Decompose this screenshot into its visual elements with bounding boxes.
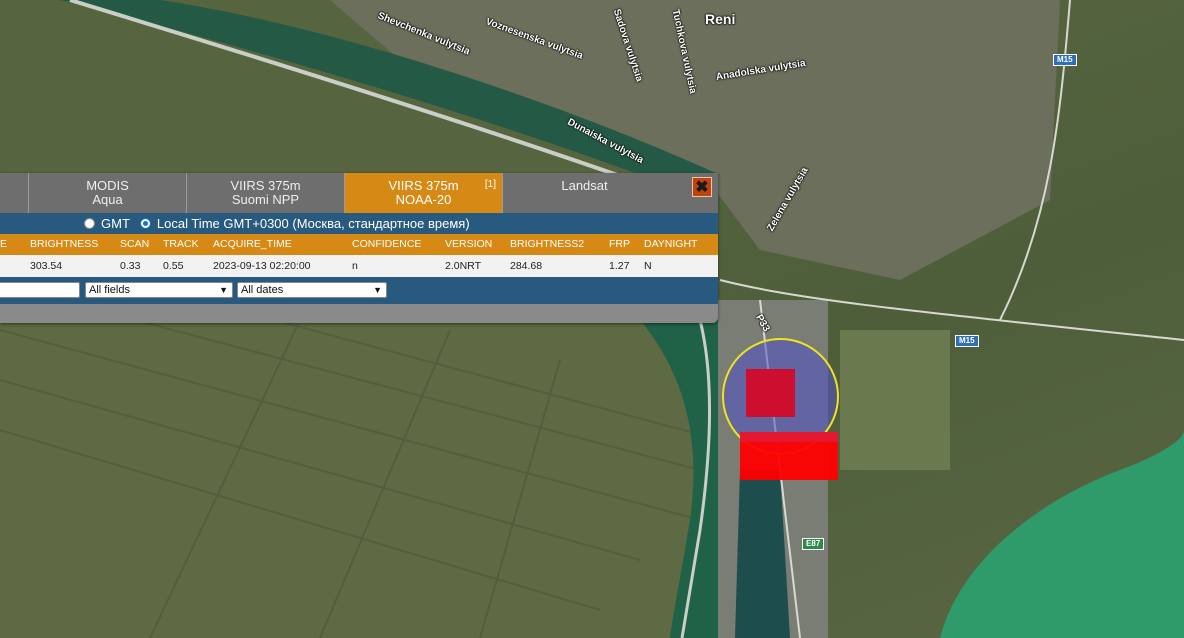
fields-area bbox=[0, 300, 720, 638]
table-cell-scan: 0.33 bbox=[120, 260, 141, 272]
filter-text-input[interactable] bbox=[0, 282, 80, 298]
tab-sublabel: Suomi NPP bbox=[231, 192, 300, 207]
col-header-version[interactable]: VERSION bbox=[445, 234, 492, 255]
filter-bar: All fields ▼ All dates ▼ bbox=[0, 277, 718, 304]
col-header-brightness[interactable]: BRIGHTNESS bbox=[30, 234, 98, 255]
chevron-down-icon: ▼ bbox=[219, 285, 228, 295]
e87-shield: E87 bbox=[802, 538, 825, 550]
tab-hidden-left[interactable] bbox=[0, 173, 29, 213]
col-header-confidence[interactable]: CONFIDENCE bbox=[352, 234, 421, 255]
fields-select[interactable]: All fields ▼ bbox=[85, 282, 233, 298]
lake bbox=[940, 430, 1184, 638]
tab-sublabel: Aqua bbox=[92, 192, 123, 207]
table-cell-track: 0.55 bbox=[163, 260, 184, 272]
table-cell-version: 2.0NRT bbox=[445, 260, 481, 272]
chevron-down-icon: ▼ bbox=[373, 285, 382, 295]
fire-hotspot-viirs[interactable] bbox=[746, 369, 795, 417]
fire-data-panel: MODIS Aqua VIIRS 375m Suomi NPP VIIRS 37… bbox=[0, 173, 718, 323]
tab-label: VIIRS 375m bbox=[388, 178, 459, 193]
tab-sublabel: NOAA-20 bbox=[395, 192, 452, 207]
close-icon[interactable]: ✖ bbox=[692, 177, 712, 197]
m15-shield-right: M15 bbox=[955, 335, 979, 347]
dates-select[interactable]: All dates ▼ bbox=[237, 282, 387, 298]
tab-viirs-noaa-20[interactable]: VIIRS 375m [1] NOAA-20 bbox=[345, 173, 503, 213]
col-header-frp[interactable]: FRP bbox=[609, 234, 630, 255]
table-cell-acquire-time: 2023-09-13 02:20:00 bbox=[213, 260, 311, 272]
timezone-bar: GMT Local Time GMT+0300 (Москва, стандар… bbox=[0, 213, 718, 234]
col-header-scan[interactable]: SCAN bbox=[120, 234, 149, 255]
table-cell-frp: 1.27 bbox=[609, 260, 630, 272]
table-cell-brightness: 303.54 bbox=[30, 260, 63, 272]
table-cell-daynight: N bbox=[644, 260, 652, 272]
tab-count-badge: [1] bbox=[484, 179, 496, 190]
tab-landsat[interactable]: Landsat ✖ bbox=[503, 173, 718, 213]
local-time-label: Local Time GMT+0300 (Москва, стандартное… bbox=[156, 216, 470, 231]
local-time-radio-option[interactable]: Local Time GMT+0300 (Москва, стандартное… bbox=[139, 216, 470, 231]
dates-select-value: All dates bbox=[241, 284, 284, 296]
panel-footer bbox=[0, 304, 718, 323]
table-cell-confidence: n bbox=[352, 260, 358, 272]
col-header[interactable]: E bbox=[0, 234, 7, 255]
tab-label: MODIS bbox=[86, 178, 129, 193]
table-row[interactable]: 303.54 0.33 0.55 2023-09-13 02:20:00 n 2… bbox=[0, 255, 718, 277]
col-header-brightness2[interactable]: BRIGHTNESS2 bbox=[510, 234, 584, 255]
col-header-daynight[interactable]: DAYNIGHT bbox=[644, 234, 697, 255]
col-header-track[interactable]: TRACK bbox=[163, 234, 199, 255]
local-time-radio[interactable] bbox=[139, 218, 151, 229]
gmt-radio[interactable] bbox=[84, 218, 95, 229]
table-cell-brightness2: 284.68 bbox=[510, 260, 543, 272]
fields-select-value: All fields bbox=[89, 284, 130, 296]
table-header-row: E BRIGHTNESS SCAN TRACK ACQUIRE_TIME CON… bbox=[0, 234, 718, 255]
satellite-tabs: MODIS Aqua VIIRS 375m Suomi NPP VIIRS 37… bbox=[0, 173, 718, 213]
m15-shield-top: M15 bbox=[1053, 54, 1077, 66]
city-label: Reni bbox=[705, 11, 736, 27]
tab-modis-aqua[interactable]: MODIS Aqua bbox=[29, 173, 187, 213]
tab-viirs-suomi-npp[interactable]: VIIRS 375m Suomi NPP bbox=[187, 173, 345, 213]
fire-hotspot-overlap bbox=[740, 432, 838, 442]
gmt-radio-option[interactable]: GMT bbox=[84, 216, 130, 231]
tab-label: VIIRS 375m bbox=[230, 178, 301, 193]
col-header-acquire-time[interactable]: ACQUIRE_TIME bbox=[213, 234, 292, 255]
gmt-label: GMT bbox=[101, 216, 130, 231]
tab-label: Landsat bbox=[561, 178, 608, 193]
